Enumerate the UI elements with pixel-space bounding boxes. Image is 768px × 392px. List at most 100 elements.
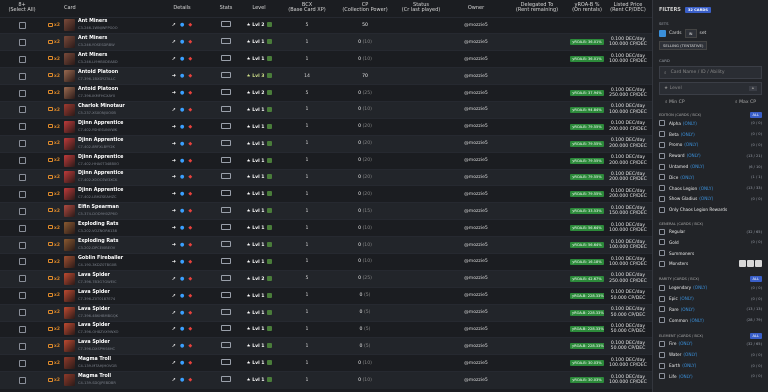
element-icon[interactable]: ●	[180, 73, 184, 79]
only-link[interactable]: (ONLY)	[682, 363, 696, 368]
edition-all-button[interactable]: ALL	[749, 112, 762, 118]
element-icon[interactable]: ●	[180, 107, 184, 113]
arrow-up-icon[interactable]: ➚	[172, 56, 176, 62]
fire-icon[interactable]: ◆	[188, 225, 192, 231]
fire-icon[interactable]: ◆	[188, 107, 192, 113]
arrow-right-icon[interactable]: ➜	[172, 73, 176, 79]
stats-icon[interactable]	[221, 55, 231, 62]
fire-icon[interactable]: ◆	[188, 158, 192, 164]
table-row[interactable]: x2 Lava Spider C7-396-Z0T0187E74 ➚ ● ◆ ★ Lvl 1…	[0, 286, 652, 305]
table-row[interactable]: x2 Djinn Apprentice C7-402-YSHESUNVWK ➜ ● ◆ ★ …	[0, 117, 652, 136]
stats-icon[interactable]	[221, 325, 231, 332]
row-checkbox[interactable]	[18, 89, 26, 97]
only-link[interactable]: (ONLY)	[699, 186, 713, 191]
fire-icon[interactable]: ◆	[188, 174, 192, 180]
status-header[interactable]: Status (Cr last played)	[394, 0, 448, 17]
level-up-icon[interactable]	[266, 225, 272, 231]
fire-icon[interactable]: ◆	[188, 242, 192, 248]
editions-option[interactable]: Reward (ONLY) (13 / 21)	[659, 150, 762, 161]
editions-option[interactable]: Alpha (ONLY) (0 / 0)	[659, 118, 762, 129]
arrow-right-icon[interactable]: ➜	[172, 158, 176, 164]
fire-icon[interactable]: ◆	[188, 124, 192, 130]
level-up-icon[interactable]	[266, 258, 272, 264]
cp-header[interactable]: CP (Collection Power)	[336, 0, 394, 17]
element-icon[interactable]: ●	[180, 242, 184, 248]
stats-icon[interactable]	[221, 342, 231, 349]
only-link[interactable]: (ONLY)	[699, 196, 713, 201]
stats-icon[interactable]	[221, 89, 231, 95]
checkbox[interactable]	[659, 185, 665, 192]
element-all-button[interactable]: ALL	[749, 332, 762, 339]
fire-icon[interactable]: ◆	[188, 310, 192, 316]
only-link[interactable]: (ONLY)	[681, 307, 695, 312]
level-header[interactable]: Level	[240, 0, 278, 17]
checkbox[interactable]	[659, 195, 665, 202]
table-row[interactable]: x2 Magma Troll C4-139-MTAHJHOVGB ➚ ● ◆ ★ Lvl 1…	[0, 354, 652, 372]
only-link[interactable]: (ONLY)	[683, 121, 697, 126]
arrow-up-icon[interactable]: ➚	[172, 22, 176, 28]
general-option[interactable]: Summoners	[659, 248, 762, 259]
table-row[interactable]: x2 Djinn Apprentice C7-402-LBHZSEAHZC ➜ ● ◆ ★ …	[0, 185, 652, 203]
element-icon[interactable]: ●	[180, 310, 184, 316]
card-name[interactable]: Charlok Minotaur	[78, 104, 125, 110]
editions-option[interactable]: Promo (ONLY) (0 / 0)	[659, 140, 762, 151]
checkbox[interactable]	[659, 141, 665, 148]
level-up-icon[interactable]	[266, 174, 272, 180]
table-row[interactable]: x2 Ant Miners C3-246-YOSESDRBW ➚ ● ◆ ★ Lvl 110…	[0, 33, 652, 51]
fire-icon[interactable]: ◆	[188, 259, 192, 265]
price-header[interactable]: Listed Price (Rent CP/DEC)	[604, 0, 652, 17]
only-link[interactable]: (ONLY)	[678, 341, 692, 346]
level-select[interactable]: ★ Level ▴	[659, 82, 762, 95]
card-name[interactable]: Djinn Apprentice	[78, 138, 123, 144]
level-up-icon[interactable]	[266, 22, 272, 28]
stats-icon[interactable]	[221, 72, 231, 79]
level-up-icon[interactable]	[266, 140, 272, 146]
rarity-option[interactable]: Common (ONLY) (28 / 79)	[659, 315, 762, 326]
fire-icon[interactable]: ◆	[188, 141, 192, 147]
row-checkbox[interactable]	[18, 376, 26, 384]
element-icon[interactable]: ●	[180, 208, 184, 214]
stats-icon[interactable]	[221, 257, 231, 264]
arrow-right-icon[interactable]: ➜	[172, 174, 176, 180]
stats-icon[interactable]	[221, 359, 231, 366]
row-checkbox[interactable]	[18, 38, 26, 46]
editions-option[interactable]: Dice (ONLY) (1 / 1)	[659, 172, 762, 183]
only-chaos-legion-option[interactable]: Only Chaos Legion Rewards	[659, 204, 762, 215]
element-icon[interactable]: ●	[180, 225, 184, 231]
rarity-option[interactable]: Rare (ONLY) (13 / 13)	[659, 304, 762, 315]
element-icon[interactable]: ●	[180, 141, 184, 147]
row-checkbox[interactable]	[18, 21, 26, 29]
element-icon[interactable]: ●	[180, 326, 184, 332]
arrow-up-icon[interactable]: ➚	[172, 107, 176, 113]
arrow-right-icon[interactable]: ➜	[172, 141, 176, 147]
only-link[interactable]: (ONLY)	[693, 285, 707, 290]
element-icon[interactable]: ●	[180, 259, 184, 265]
general-option[interactable]: Gold (0 / 0)	[659, 237, 762, 248]
element-option[interactable]: Fire (ONLY) (32 / 65)	[659, 339, 762, 350]
stats-icon[interactable]	[221, 308, 231, 315]
fire-icon[interactable]: ◆	[188, 22, 192, 28]
editions-option[interactable]: Beta (ONLY) (0 / 0)	[659, 129, 762, 140]
arrow-up-icon[interactable]: ➚	[172, 360, 176, 366]
editions-option[interactable]: Chaos Legion (ONLY) (13 / 33)	[659, 183, 762, 194]
level-up-icon[interactable]	[266, 157, 272, 163]
rarity-all-button[interactable]: ALL	[749, 276, 762, 283]
element-icon[interactable]: ●	[180, 343, 184, 349]
grid-icon[interactable]	[755, 259, 762, 267]
checkbox[interactable]	[659, 250, 665, 257]
checkbox[interactable]	[659, 373, 665, 380]
only-link[interactable]: (ONLY)	[680, 296, 694, 301]
checkbox[interactable]	[659, 351, 665, 358]
row-checkbox[interactable]	[18, 140, 26, 148]
level-up-icon[interactable]	[266, 208, 272, 214]
table-row[interactable]: x2 Elfin Spearman C5-374-DOD9H0ZP6O ➜ ● ◆ ★ Lv…	[0, 202, 652, 220]
only-link[interactable]: (ONLY)	[687, 153, 701, 158]
level-up-icon[interactable]	[266, 326, 272, 332]
element-option[interactable]: Water (ONLY) (0 / 0)	[659, 349, 762, 360]
checkbox[interactable]	[659, 131, 665, 138]
checkbox[interactable]	[659, 239, 665, 246]
checkbox[interactable]	[659, 317, 665, 324]
arrow-up-icon[interactable]: ➚	[172, 293, 176, 299]
level-up-icon[interactable]	[266, 377, 272, 383]
stats-icon[interactable]	[221, 21, 231, 28]
